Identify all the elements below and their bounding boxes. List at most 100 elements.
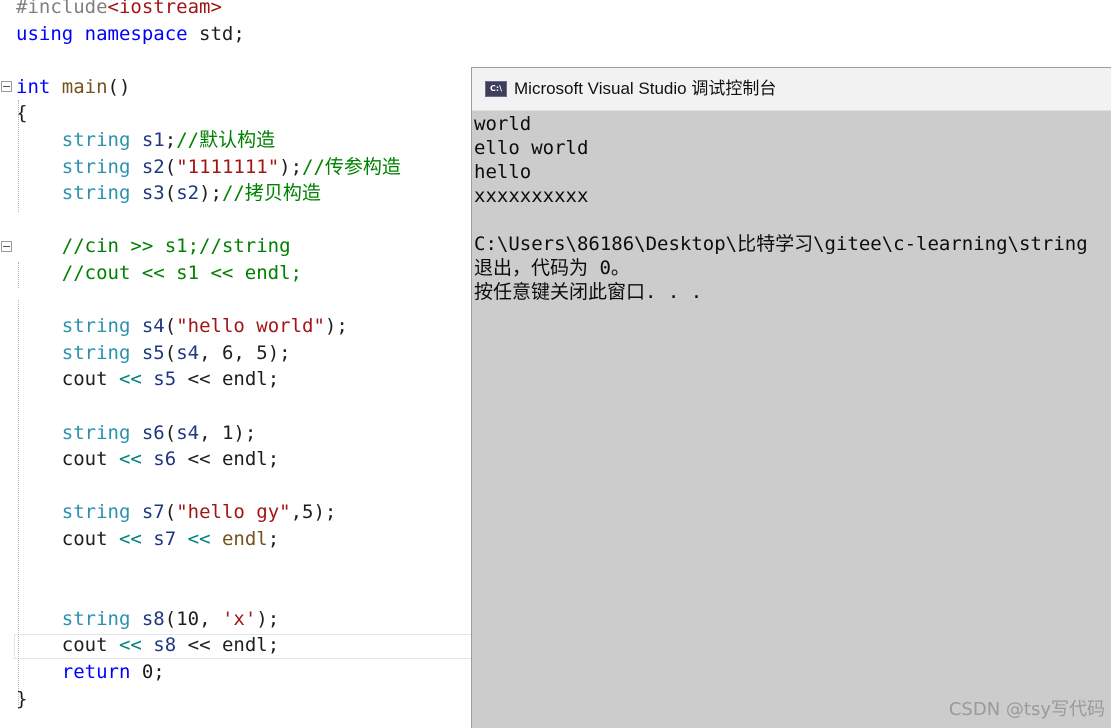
code-token: string (61, 129, 131, 151)
indent-guide (18, 262, 19, 288)
code-token: s4 (176, 421, 200, 444)
console-line: hello (474, 161, 532, 183)
code-token: s6 (153, 448, 177, 471)
code-token: ); (256, 607, 280, 630)
code-token: int (16, 75, 51, 98)
code-token: "hello world" (176, 315, 325, 338)
code-line: cout << s7 << endl; (16, 526, 279, 552)
console-line: ello world (474, 137, 589, 159)
code-token: << endl; (176, 634, 280, 657)
code-token: () (107, 75, 131, 98)
code-token: "hello gy" (176, 501, 291, 524)
code-token: << (107, 368, 154, 391)
code-token: return (61, 661, 131, 683)
code-token: //cout << s1 << endl; (61, 262, 302, 284)
code-token: string (61, 607, 131, 630)
code-token: //传参构造 (302, 155, 401, 178)
code-line: cout << s6 << endl; (16, 446, 279, 472)
code-token: 'x' (221, 607, 257, 630)
code-token: ( (164, 182, 177, 205)
code-token: "1111111" (176, 155, 280, 178)
code-token: using (16, 22, 74, 45)
code-line: cout << s8 << endl; (16, 632, 279, 658)
code-token: ); (279, 155, 303, 178)
code-token: s3 (141, 182, 165, 205)
code-line: return 0; (16, 659, 165, 685)
code-token: s6 (141, 421, 165, 444)
code-token: string (61, 315, 131, 338)
code-token: ( (164, 315, 177, 338)
code-token: ( (164, 341, 177, 364)
code-line: string s1;//默认构造 (16, 127, 275, 153)
code-token: string (61, 341, 131, 364)
code-line: string s5(s4, 6, 5); (16, 340, 291, 366)
code-line: #include<iostream> (16, 0, 222, 20)
console-line: xxxxxxxxxx (474, 185, 589, 207)
code-token: cout (61, 634, 108, 657)
code-token: , 1); (199, 421, 257, 444)
code-token: #include (16, 0, 108, 18)
code-token: ); (199, 182, 222, 205)
code-token: namespace (84, 22, 188, 45)
code-line: int main() (16, 74, 130, 100)
console-titlebar[interactable]: C:\ Microsoft Visual Studio 调试控制台 (472, 68, 1111, 111)
code-token: s8 (153, 634, 177, 657)
code-token: s2 (141, 155, 165, 178)
code-token: s4 (141, 315, 165, 338)
console-title: Microsoft Visual Studio 调试控制台 (514, 79, 777, 98)
console-line: world (474, 113, 532, 135)
code-token: std; (187, 22, 245, 45)
code-token: main (61, 75, 108, 98)
code-token: cout (61, 368, 108, 391)
code-token: ( (164, 421, 177, 444)
debug-console-window[interactable]: C:\ Microsoft Visual Studio 调试控制台 world e… (471, 67, 1111, 728)
code-line: string s3(s2);//拷贝构造 (16, 180, 321, 206)
code-line: string s4("hello world"); (16, 313, 348, 339)
code-line: string s2("1111111");//传参构造 (16, 154, 401, 180)
code-token: (10, (164, 607, 222, 630)
code-token: s4 (176, 341, 200, 364)
code-line: string s8(10, 'x'); (16, 606, 279, 632)
code-token: 0; (130, 661, 165, 683)
indent-guide (18, 100, 19, 212)
code-token: //拷贝构造 (221, 182, 321, 205)
fold-toggle-icon[interactable] (1, 241, 12, 252)
code-line: string s6(s4, 1); (16, 420, 257, 446)
code-token: s7 (141, 501, 165, 524)
code-token: string (61, 182, 131, 205)
code-token: ); (324, 315, 348, 338)
code-token: //默认构造 (176, 129, 276, 151)
code-token: string (61, 501, 131, 524)
fold-toggle-icon[interactable] (1, 81, 12, 92)
code-token: << (107, 448, 154, 471)
code-line: string s7("hello gy",5); (16, 499, 337, 525)
console-line: 退出，代码为 0。 (474, 257, 630, 279)
code-token: string (61, 155, 131, 178)
console-output[interactable]: world ello world hello xxxxxxxxxx C:\Users\8… (474, 112, 1110, 722)
code-token: << (107, 528, 154, 550)
code-token: << (107, 634, 154, 657)
code-token: ; (164, 129, 177, 151)
code-token: ( (164, 501, 177, 524)
